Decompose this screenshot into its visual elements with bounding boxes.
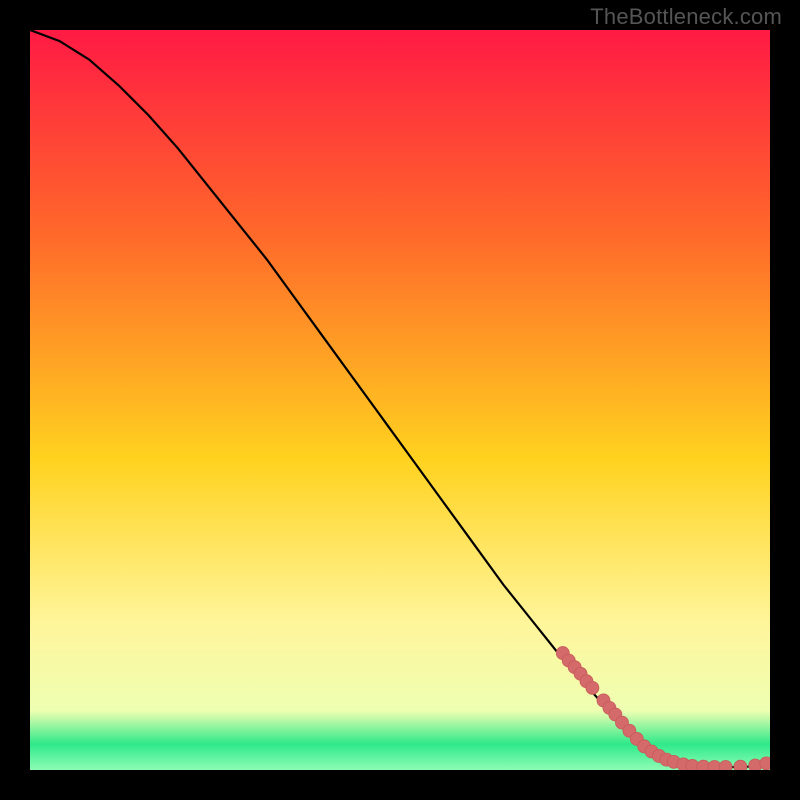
data-marker	[586, 681, 599, 694]
data-marker	[719, 761, 732, 770]
watermark-label: TheBottleneck.com	[590, 4, 782, 30]
data-marker	[734, 760, 747, 770]
data-marker	[760, 757, 770, 770]
chart-frame: TheBottleneck.com	[0, 0, 800, 800]
gradient-background	[30, 30, 770, 770]
bottleneck-chart	[30, 30, 770, 770]
plot-area	[30, 30, 770, 770]
